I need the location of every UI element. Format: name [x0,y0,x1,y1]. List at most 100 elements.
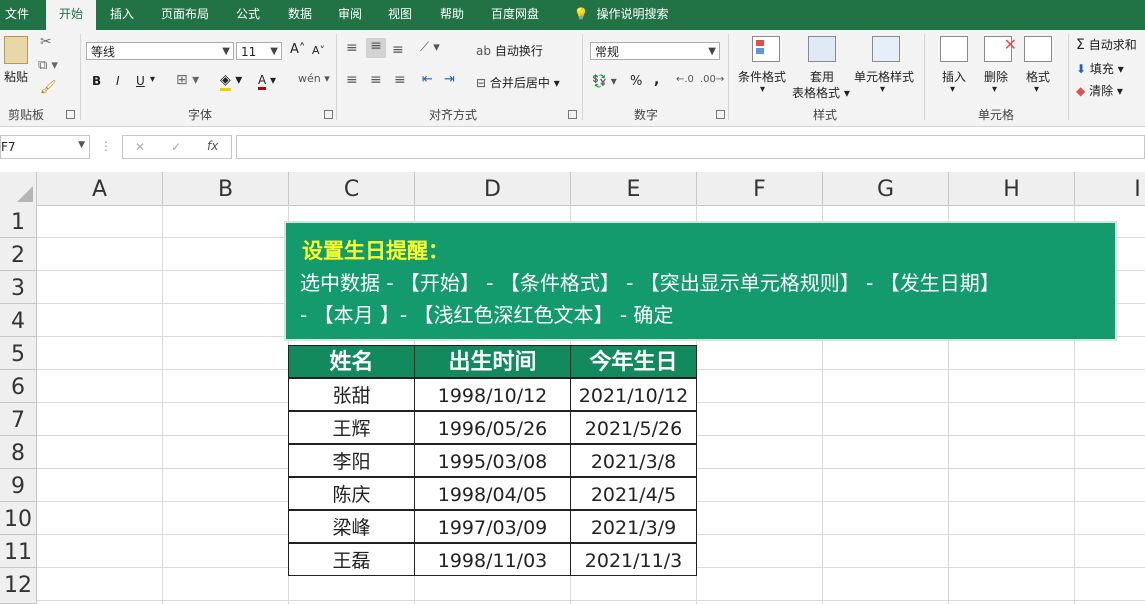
row-header-2[interactable]: 2 [0,238,37,271]
column-header-g[interactable]: G [823,172,949,205]
table-header-birthday-this-year[interactable]: 今年生日 [570,345,697,378]
table-cell[interactable]: 2021/10/12 [570,378,697,411]
column-header-i[interactable]: I [1075,172,1145,205]
phonetic-guide-icon[interactable]: wén ▾ [298,72,330,85]
column-header-f[interactable]: F [697,172,823,205]
shrink-font-button[interactable]: A˅ [312,44,325,57]
comma-button[interactable]: , [654,72,659,88]
table-cell[interactable]: 2021/4/5 [570,477,697,510]
conditional-formatting-icon[interactable] [752,36,780,62]
align-left-icon[interactable]: ≡ [346,72,358,88]
enter-icon[interactable]: ✓ [171,140,181,154]
row-header-5[interactable]: 5 [0,337,37,370]
cancel-icon[interactable]: ✕ [135,140,145,154]
table-cell[interactable]: 2021/3/8 [570,444,697,477]
table-cell[interactable]: 1997/03/09 [414,510,571,543]
increase-indent-icon[interactable]: ⇥ [444,72,455,87]
align-bottom-icon[interactable]: ≡ [392,42,404,58]
decrease-indent-icon[interactable]: ⇤ [422,72,433,87]
align-right-icon[interactable]: ≡ [394,72,406,88]
cell-styles-icon[interactable] [872,36,900,62]
table-cell[interactable]: 1995/03/08 [414,444,571,477]
border-icon[interactable]: ⊞ ▾ [176,72,199,88]
formula-input[interactable] [236,135,1145,159]
table-header-birth-date[interactable]: 出生时间 [414,345,571,378]
chevron-down-icon[interactable]: ▾ [992,84,997,95]
row-header-11[interactable]: 11 [0,535,37,568]
table-cell[interactable]: 王辉 [288,411,415,444]
menu-home[interactable]: 开始 [46,0,96,32]
table-cell[interactable]: 梁峰 [288,510,415,543]
column-header-e[interactable]: E [571,172,697,205]
number-launcher-icon[interactable] [716,110,725,119]
row-header-9[interactable]: 9 [0,469,37,502]
format-as-table-icon[interactable] [808,36,836,62]
format-painter-icon[interactable]: 🖌 [40,80,57,95]
format-cells-icon[interactable] [1024,36,1052,62]
orientation-icon[interactable]: ⟋ ▾ [420,40,440,55]
format-as-table-button[interactable]: 表格格式 ▾ [792,84,850,101]
row-header-8[interactable]: 8 [0,436,37,469]
table-cell[interactable]: 1998/11/03 [414,543,571,576]
font-name-select[interactable]: 等线 ▼ [86,42,234,60]
chevron-down-icon[interactable]: ▾ [1034,84,1039,95]
percent-button[interactable]: % [630,74,642,89]
menu-baidu-netdisk[interactable]: 百度网盘 [482,0,548,30]
chevron-down-icon[interactable]: ▾ [760,84,765,95]
fill-color-icon[interactable]: ◈ ▾ [220,72,242,91]
menu-review[interactable]: 审阅 [328,0,372,30]
delete-cells-button[interactable]: 删除 [984,68,1008,85]
row-header-12[interactable]: 12 [0,568,37,604]
menu-page-layout[interactable]: 页面布局 [152,0,218,30]
row-header-3[interactable]: 3 [0,271,37,304]
paste-button[interactable]: 粘贴 [4,68,28,85]
table-cell[interactable]: 1998/04/05 [414,477,571,510]
table-cell[interactable]: 李阳 [288,444,415,477]
row-header-4[interactable]: 4 [0,304,37,337]
column-header-b[interactable]: B [163,172,289,205]
row-header-1[interactable]: 1 [0,205,37,238]
table-cell[interactable]: 2021/5/26 [570,411,697,444]
clipboard-launcher-icon[interactable] [66,110,75,119]
select-all-button[interactable] [0,172,37,205]
menu-formulas[interactable]: 公式 [226,0,270,30]
autosum-button[interactable]: Σ 自动求和 [1076,36,1137,53]
align-center-icon[interactable]: ≡ [370,72,382,88]
table-cell[interactable]: 2021/3/9 [570,510,697,543]
align-top-icon[interactable]: ≡ [346,40,364,56]
font-color-button[interactable]: A ▾ [258,73,276,90]
paste-icon[interactable] [4,36,28,64]
table-cell[interactable]: 张甜 [288,378,415,411]
menu-data[interactable]: 数据 [278,0,322,30]
tell-me-search[interactable]: 💡 操作说明搜索 [566,0,676,30]
font-size-select[interactable]: 11 ▼ [236,42,282,60]
menu-insert[interactable]: 插入 [100,0,144,30]
row-header-10[interactable]: 10 [0,502,37,535]
copy-icon[interactable]: ⧉ ▾ [38,58,58,73]
fill-button[interactable]: ⬇ 填充 ▾ [1076,60,1124,77]
clear-button[interactable]: ◆ 清除 ▾ [1076,82,1123,99]
format-as-table-line1[interactable]: 套用 [810,68,834,85]
conditional-formatting-button[interactable]: 条件格式 [738,68,786,85]
table-header-name[interactable]: 姓名 [288,345,415,378]
row-header-7[interactable]: 7 [0,403,37,436]
cut-icon[interactable]: ✂ [40,34,52,50]
cell-styles-button[interactable]: 单元格样式 [854,68,914,85]
font-launcher-icon[interactable] [324,110,333,119]
table-cell[interactable]: 1998/10/12 [414,378,571,411]
wrap-text-button[interactable]: ab 自动换行 [476,42,543,59]
currency-icon[interactable]: 💱 ▾ [592,74,617,88]
format-cells-button[interactable]: 格式 [1026,68,1050,85]
increase-decimal-icon[interactable]: ←.0 [676,74,694,85]
merge-center-button[interactable]: ⊟ 合并后居中 ▾ [476,74,560,91]
table-cell[interactable]: 陈庆 [288,477,415,510]
table-cell[interactable]: 1996/05/26 [414,411,571,444]
chevron-down-icon[interactable]: ▾ [950,84,955,95]
underline-button[interactable]: U [136,74,145,88]
menu-help[interactable]: 帮助 [430,0,474,30]
row-header-6[interactable]: 6 [0,370,37,403]
menu-view[interactable]: 视图 [378,0,422,30]
alignment-launcher-icon[interactable] [568,110,577,119]
menu-file[interactable]: 文件 [0,0,34,30]
insert-function-icon[interactable]: fx [207,139,218,153]
